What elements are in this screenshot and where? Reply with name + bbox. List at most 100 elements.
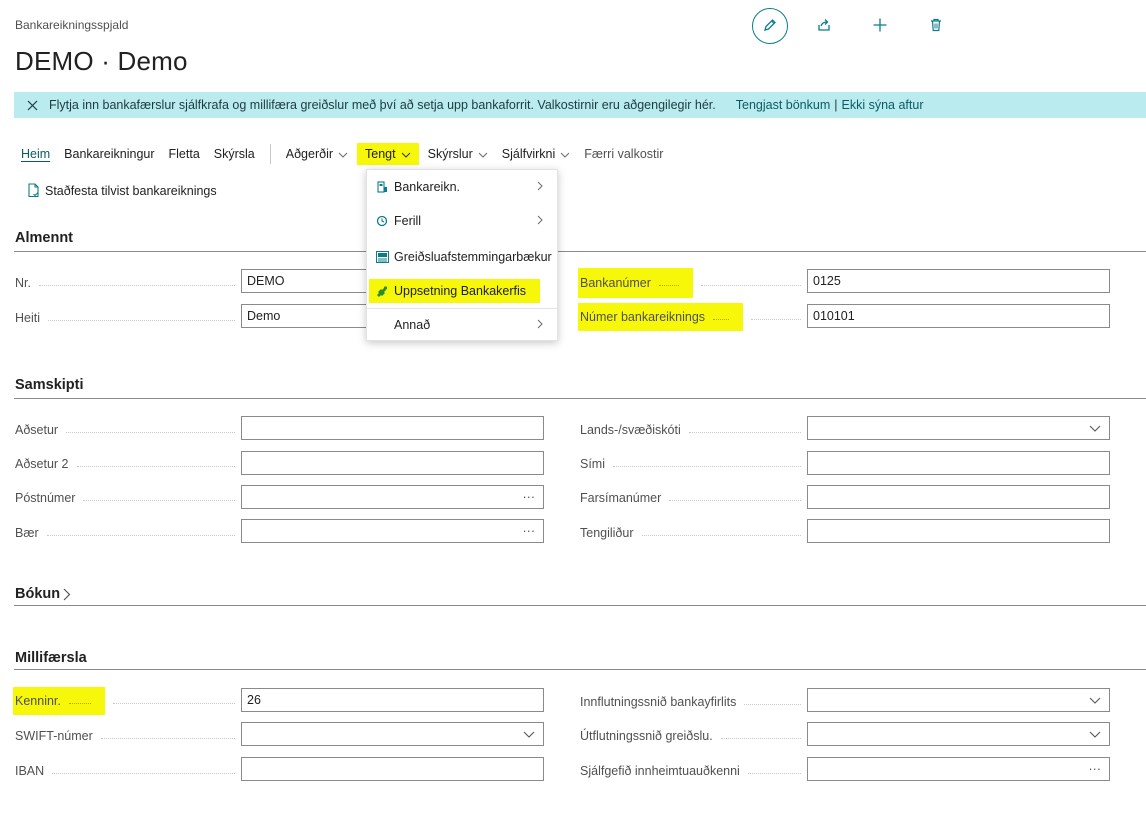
section-general-title[interactable]: Almennt <box>15 230 73 246</box>
section-transfer-title[interactable]: Millifærsla <box>15 650 87 666</box>
bank-branch-no-field[interactable]: 0125 <box>807 269 1110 293</box>
fewer-options-label: Færri valkostir <box>584 147 664 161</box>
document-check-icon <box>27 183 41 198</box>
address-field[interactable] <box>241 416 544 440</box>
menu-item-label: Annað <box>394 318 431 332</box>
section-posting-toggle[interactable]: Bókun <box>15 586 71 602</box>
tab-navigate-label: Fletta <box>168 147 200 161</box>
menu-item-label: Uppsetning Bankakerfis <box>394 284 527 298</box>
phone-label: Sími <box>580 456 807 472</box>
bank-account-no-label: Númer bankareiknings <box>578 303 807 331</box>
mobile-field[interactable] <box>807 485 1110 509</box>
menu-item-bank-account[interactable]: Bankareikn. <box>367 173 557 201</box>
address2-label: Aðsetur 2 <box>15 456 241 472</box>
section-divider <box>14 251 1146 252</box>
verify-bank-account-button[interactable]: Staðfesta tilvist bankareiknings <box>27 183 217 198</box>
menu-item-label: Ferill <box>394 214 422 228</box>
no-label: Nr. <box>15 275 241 291</box>
new-button[interactable] <box>863 9 897 43</box>
mobile-label: Farsímanúmer <box>580 490 807 506</box>
chevron-down-icon <box>1089 697 1101 704</box>
chevron-down-icon <box>1089 731 1101 738</box>
chevron-down-icon <box>338 147 348 161</box>
ellipsis-icon[interactable]: ··· <box>523 524 536 538</box>
related-dropdown-menu: Bankareikn. Ferill Greiðsluafstemmingarb… <box>366 169 558 341</box>
history-icon <box>375 214 389 228</box>
iban-field[interactable] <box>241 757 544 781</box>
banner-message: Flytja inn bankafærslur sjálfkrafa og mi… <box>49 98 716 112</box>
bank-branch-no-label: Bankanúmer <box>578 268 807 298</box>
address2-field[interactable] <box>241 451 544 475</box>
page-caption: Bankareikningsspjald <box>15 18 129 32</box>
tab-reports[interactable]: Skýrslur <box>421 143 495 165</box>
chevron-right-icon <box>537 214 543 228</box>
tab-report[interactable]: Skýrsla <box>207 143 262 165</box>
trash-icon <box>928 17 944 36</box>
section-divider <box>14 605 1146 606</box>
chevron-right-icon <box>537 180 543 194</box>
contact-label: Tengiliður <box>580 525 807 541</box>
city-field[interactable]: ··· <box>241 519 544 543</box>
chevron-down-icon <box>401 147 411 161</box>
tab-actions[interactable]: Aðgerðir <box>279 143 355 165</box>
ellipsis-icon[interactable]: ··· <box>1089 762 1102 776</box>
default-collection-id-label: Sjálfgefið innheimtuauðkenni <box>580 763 807 779</box>
ribbon-divider <box>269 144 271 164</box>
connect-banks-link[interactable]: Tengjast bönkum <box>736 98 831 112</box>
contact-field[interactable] <box>807 519 1110 543</box>
payment-export-format-label: Útflutningssnið greiðslu. <box>580 728 807 744</box>
menu-item-payment-reconciliation-journals[interactable]: Greiðsluafstemmingarbækur <box>367 243 557 271</box>
swift-code-label: SWIFT-númer <box>15 728 241 744</box>
journal-icon <box>375 250 389 264</box>
phone-field[interactable] <box>807 451 1110 475</box>
share-button[interactable] <box>807 9 841 43</box>
tab-home[interactable]: Heim <box>14 143 57 165</box>
address-label: Aðsetur <box>15 422 241 438</box>
tab-navigate[interactable]: Fletta <box>162 143 207 165</box>
statement-import-format-label: Innflutningssnið bankayfirlits <box>580 694 807 710</box>
delete-button[interactable] <box>919 9 953 43</box>
chevron-down-icon <box>560 147 570 161</box>
tab-home-label: Heim <box>21 147 51 161</box>
chevron-right-icon <box>63 588 71 601</box>
name-label: Heiti <box>15 310 241 326</box>
name-field[interactable]: Demo <box>241 304 371 328</box>
statement-import-format-select[interactable] <box>807 688 1110 712</box>
banner-separator: | <box>834 98 838 112</box>
fewer-options-button[interactable]: Færri valkostir <box>577 143 670 165</box>
puzzle-icon <box>375 284 389 298</box>
tab-related-label: Tengt <box>365 147 396 161</box>
tab-report-label: Skýrsla <box>213 147 255 161</box>
post-code-field[interactable]: ··· <box>241 485 544 509</box>
swift-code-select[interactable] <box>241 722 544 746</box>
default-collection-id-field[interactable]: ··· <box>807 757 1110 781</box>
menu-item-label: Bankareikn. <box>394 180 461 194</box>
tab-bank-account[interactable]: Bankareikningur <box>57 143 161 165</box>
chevron-down-icon <box>478 147 488 161</box>
country-region-select[interactable] <box>807 416 1110 440</box>
bank-account-no-field[interactable]: 010101 <box>807 304 1110 328</box>
post-code-label: Póstnúmer <box>15 490 241 506</box>
tab-related[interactable]: Tengt <box>357 143 419 165</box>
tab-automate-label: Sjálfvirkni <box>501 147 556 161</box>
bank-account-icon <box>375 180 389 194</box>
payment-export-format-select[interactable] <box>807 722 1110 746</box>
menu-item-banking-setup[interactable]: Uppsetning Bankakerfis <box>367 277 557 305</box>
transit-no-label: Kenninr. <box>13 687 241 715</box>
tab-automate[interactable]: Sjálfvirkni <box>495 143 578 165</box>
close-icon[interactable] <box>27 100 41 111</box>
section-communication-title[interactable]: Samskipti <box>15 377 84 393</box>
action-ribbon: Heim Bankareikningur Fletta Skýrsla Aðge… <box>14 143 670 165</box>
chevron-down-icon <box>523 731 535 738</box>
no-field[interactable]: DEMO <box>241 269 371 293</box>
dont-show-again-link[interactable]: Ekki sýna aftur <box>842 98 924 112</box>
section-divider <box>14 669 1146 670</box>
section-divider <box>14 398 1146 399</box>
tab-bank-account-label: Bankareikningur <box>64 147 155 161</box>
edit-button[interactable] <box>752 8 788 44</box>
menu-item-history[interactable]: Ferill <box>367 207 557 235</box>
transit-no-field[interactable]: 26 <box>241 688 544 712</box>
ellipsis-icon[interactable]: ··· <box>523 490 536 504</box>
menu-item-other[interactable]: Annað <box>367 311 557 339</box>
page-title: DEMO · Demo <box>15 46 188 76</box>
